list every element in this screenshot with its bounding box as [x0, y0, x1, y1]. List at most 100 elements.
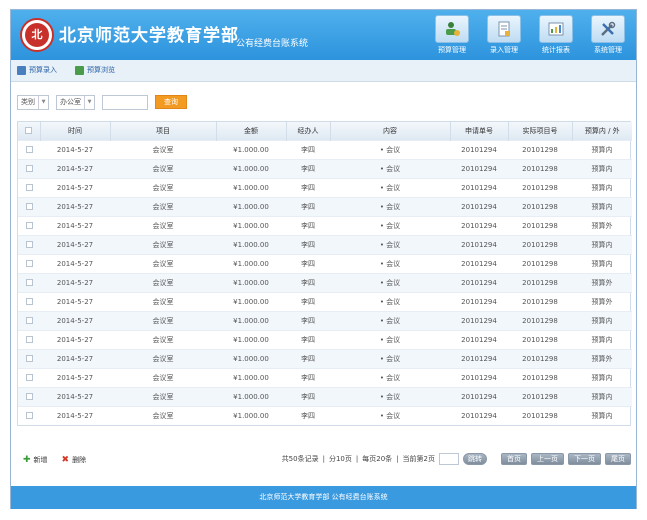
nav-budget-management[interactable]: 预算管理: [432, 15, 472, 55]
content-cell: • 会议: [330, 158, 450, 178]
handler-cell: 李四: [286, 158, 330, 178]
row-checkbox[interactable]: [18, 177, 40, 197]
handler-cell: 李四: [286, 367, 330, 387]
per-page: 每页20条: [362, 455, 393, 463]
column-header[interactable]: 实际项目号: [507, 122, 572, 140]
amount-cell: ¥1.000.00: [216, 291, 286, 311]
search-button[interactable]: 查询: [155, 95, 187, 109]
row-checkbox[interactable]: [18, 272, 40, 292]
tab-label: 预算浏览: [87, 66, 115, 74]
report-icon: [539, 15, 573, 43]
table-row[interactable]: 2014-5-27 会议室 ¥1.000.00 李四 • 会议 20101294 20101…: [18, 253, 632, 273]
last-page-button[interactable]: 尾页: [605, 453, 631, 465]
project-no-cell: 20101298: [508, 310, 572, 330]
row-checkbox[interactable]: [18, 291, 40, 311]
row-checkbox[interactable]: [18, 310, 40, 330]
total-records: 共50条记录: [281, 455, 319, 463]
app-window: 北 北京师范大学教育学部 公有经费台账系统 预算管理 录入管理 统计报表 系统管…: [10, 9, 637, 509]
content-cell: • 会议: [330, 405, 450, 425]
content-cell: • 会议: [330, 272, 450, 292]
row-checkbox[interactable]: [18, 367, 40, 387]
delete-button[interactable]: ✖ 删除: [62, 455, 87, 465]
nav-entry-management[interactable]: 录入管理: [484, 15, 524, 55]
office-select[interactable]: 办公室 ▼: [56, 94, 95, 110]
column-header[interactable]: 项目: [109, 122, 216, 140]
table-row[interactable]: 2014-5-27 会议室 ¥1.000.00 李四 • 会议 20101294 20101…: [18, 329, 632, 349]
column-header[interactable]: 时间: [39, 122, 110, 140]
content-cell: • 会议: [330, 177, 450, 197]
content-cell: • 会议: [330, 215, 450, 235]
content-cell: • 会议: [330, 253, 450, 273]
prev-page-button[interactable]: 上一页: [531, 453, 564, 465]
row-checkbox[interactable]: [18, 405, 40, 425]
row-checkbox[interactable]: [18, 139, 40, 159]
date-cell: 2014-5-27: [40, 367, 110, 387]
table-row[interactable]: 2014-5-27 会议室 ¥1.000.00 李四 • 会议 20101294 20101…: [18, 272, 632, 292]
tab-budget-browse[interactable]: 预算浏览: [75, 65, 115, 75]
row-checkbox[interactable]: [18, 253, 40, 273]
table-row[interactable]: 2014-5-27 会议室 ¥1.000.00 李四 • 会议 20101294 20101…: [18, 348, 632, 368]
project-no-cell: 20101298: [508, 253, 572, 273]
table-row[interactable]: 2014-5-27 会议室 ¥1.000.00 李四 • 会议 20101294 20101…: [18, 215, 632, 235]
page-jump-input[interactable]: [439, 453, 459, 465]
handler-cell: 李四: [286, 405, 330, 425]
first-page-button[interactable]: 首页: [501, 453, 527, 465]
handler-cell: 李四: [286, 177, 330, 197]
table-row[interactable]: 2014-5-27 会议室 ¥1.000.00 李四 • 会议 20101294 20101…: [18, 139, 632, 159]
table-row[interactable]: 2014-5-27 会议室 ¥1.000.00 李四 • 会议 20101294 20101…: [18, 196, 632, 216]
budget-cell: 预算内: [572, 253, 632, 273]
plus-icon: ✚: [23, 455, 31, 465]
handler-cell: 李四: [286, 215, 330, 235]
logo-seal: 北: [25, 23, 49, 47]
project-cell: 会议室: [110, 310, 216, 330]
next-page-button[interactable]: 下一页: [568, 453, 601, 465]
apply-no-cell: 20101294: [450, 139, 508, 159]
row-checkbox[interactable]: [18, 196, 40, 216]
budget-cell: 预算内: [572, 405, 632, 425]
amount-cell: ¥1.000.00: [216, 329, 286, 349]
project-cell: 会议室: [110, 367, 216, 387]
tab-budget-entry[interactable]: 预算录入: [17, 65, 57, 75]
project-no-cell: 20101298: [508, 329, 572, 349]
column-header[interactable]: 预算内 / 外: [571, 122, 632, 140]
table-row[interactable]: 2014-5-27 会议室 ¥1.000.00 李四 • 会议 20101294 20101…: [18, 367, 632, 387]
table-row[interactable]: 2014-5-27 会议室 ¥1.000.00 李四 • 会议 20101294 20101…: [18, 158, 632, 178]
browse-icon: [75, 65, 84, 75]
project-cell: 会议室: [110, 386, 216, 406]
handler-cell: 李四: [286, 348, 330, 368]
row-checkbox[interactable]: [18, 329, 40, 349]
column-header[interactable]: 内容: [329, 122, 450, 140]
project-no-cell: 20101298: [508, 196, 572, 216]
row-checkbox[interactable]: [18, 234, 40, 254]
table-row[interactable]: 2014-5-27 会议室 ¥1.000.00 李四 • 会议 20101294 20101…: [18, 310, 632, 330]
nav-system-management[interactable]: 系统管理: [588, 15, 628, 55]
system-name: 公有经费台账系统: [236, 39, 309, 49]
table-row[interactable]: 2014-5-27 会议室 ¥1.000.00 李四 • 会议 20101294 20101…: [18, 234, 632, 254]
budget-cell: 预算内: [572, 310, 632, 330]
date-cell: 2014-5-27: [40, 405, 110, 425]
search-input[interactable]: [102, 94, 148, 110]
add-button[interactable]: ✚ 新增: [23, 455, 48, 465]
table-row[interactable]: 2014-5-27 会议室 ¥1.000.00 李四 • 会议 20101294 20101…: [18, 177, 632, 197]
nav-statistics-report[interactable]: 统计报表: [536, 15, 576, 55]
row-checkbox[interactable]: [18, 386, 40, 406]
category-select[interactable]: 类别 ▼: [17, 94, 49, 110]
row-checkbox[interactable]: [18, 158, 40, 178]
column-header[interactable]: 金额: [215, 122, 286, 140]
table-row[interactable]: 2014-5-27 会议室 ¥1.000.00 李四 • 会议 20101294 20101…: [18, 386, 632, 406]
select-all-checkbox[interactable]: [18, 122, 40, 140]
apply-no-cell: 20101294: [450, 405, 508, 425]
jump-button[interactable]: 跳转: [463, 453, 487, 465]
table-row[interactable]: 2014-5-27 会议室 ¥1.000.00 李四 • 会议 20101294 20101…: [18, 405, 632, 425]
date-cell: 2014-5-27: [40, 196, 110, 216]
row-checkbox[interactable]: [18, 348, 40, 368]
project-no-cell: 20101298: [508, 405, 572, 425]
apply-no-cell: 20101294: [450, 272, 508, 292]
top-nav: 预算管理 录入管理 统计报表 系统管理: [432, 15, 628, 55]
table-row[interactable]: 2014-5-27 会议室 ¥1.000.00 李四 • 会议 20101294 20101…: [18, 291, 632, 311]
column-header[interactable]: 申请单号: [449, 122, 508, 140]
row-checkbox[interactable]: [18, 215, 40, 235]
table-header: 时间 项目 金额 经办人 内容 申请单号 实际项目号 预算内 / 外: [18, 122, 632, 140]
column-header[interactable]: 经办人: [285, 122, 330, 140]
content-cell: • 会议: [330, 329, 450, 349]
